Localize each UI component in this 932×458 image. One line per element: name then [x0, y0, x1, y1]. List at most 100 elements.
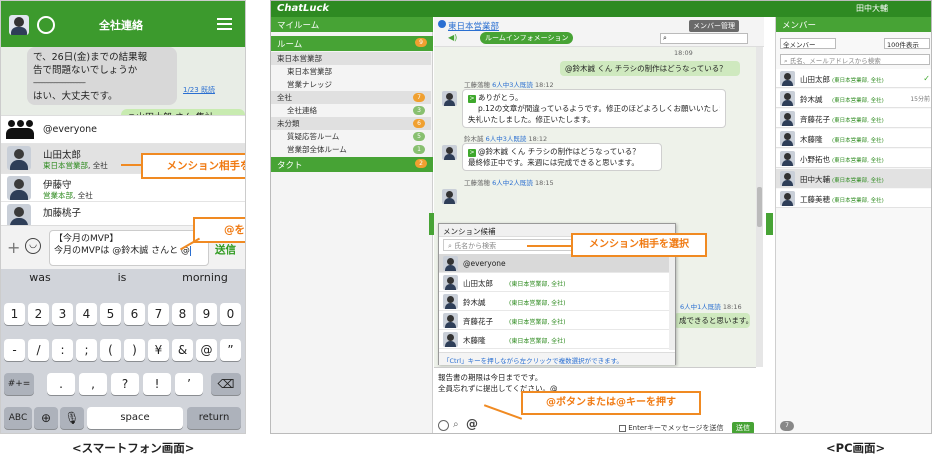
- key[interactable]: 9: [196, 303, 217, 325]
- member-row[interactable]: 斉藤花子 (東日本営業部, 全社): [776, 109, 931, 128]
- key[interactable]: 3: [52, 303, 73, 325]
- count-badge: 1: [413, 145, 425, 154]
- key[interactable]: :: [52, 339, 73, 361]
- return-key[interactable]: return: [187, 407, 241, 429]
- sidebar-room-item[interactable]: 全社連絡 3: [271, 104, 431, 117]
- avatar: [780, 191, 795, 206]
- room-name[interactable]: 東日本営業部: [448, 20, 499, 32]
- key[interactable]: 4: [76, 303, 97, 325]
- member-count-select[interactable]: 100件表示: [884, 38, 930, 49]
- room-info-button[interactable]: ルームインフォメーション: [480, 32, 574, 44]
- collapse-right-tab[interactable]: [766, 213, 773, 235]
- plus-icon[interactable]: +: [7, 238, 20, 257]
- key[interactable]: 1: [4, 303, 25, 325]
- key[interactable]: 5: [100, 303, 121, 325]
- mention-candidate[interactable]: 木藤隆 (東日本営業部, 全社): [439, 330, 675, 349]
- microphone-icon[interactable]: 🎙: [60, 407, 84, 429]
- message-bubble: > ありがとう。 p.12の文章が間違っているようです。修正のほどよろしくお願いい…: [462, 89, 726, 128]
- sidebar-room-item[interactable]: 東日本営業部: [271, 65, 431, 78]
- key[interactable]: 8: [172, 303, 193, 325]
- read-link[interactable]: 1/23 既読: [183, 85, 215, 95]
- room-subgroup[interactable]: 未分類 6: [271, 117, 431, 130]
- globe-icon[interactable]: [37, 16, 55, 34]
- phone-caption: <スマートフォン画面>: [72, 441, 195, 455]
- key[interactable]: ): [124, 339, 145, 361]
- suggestion[interactable]: was: [15, 271, 65, 284]
- key[interactable]: -: [4, 339, 25, 361]
- key[interactable]: ,: [79, 373, 107, 395]
- myroom-header[interactable]: マイルーム: [271, 17, 433, 32]
- enter-to-send-checkbox[interactable]: Enterキーでメッセージを送信: [619, 423, 723, 433]
- avatar: [780, 151, 795, 166]
- key[interactable]: ’: [175, 373, 203, 395]
- emoji-icon[interactable]: ◡: [25, 238, 41, 254]
- popup-scrollbar[interactable]: [669, 254, 675, 350]
- member-search-input[interactable]: ⌕ 氏名、メールアドレスから検索: [780, 54, 930, 65]
- attach-icon[interactable]: ⌕: [453, 419, 459, 430]
- message-line: > @鈴木誠 くん チラシの制作はどうなっている？: [468, 147, 640, 157]
- key[interactable]: .: [47, 373, 75, 395]
- callout-arrow: [121, 164, 143, 166]
- sidebar-room-item[interactable]: 営業ナレッジ: [271, 78, 431, 91]
- mention-candidate[interactable]: 斉藤花子 (東日本営業部, 全社): [439, 311, 675, 330]
- key[interactable]: 7: [148, 303, 169, 325]
- member-manage-button[interactable]: メンバー管理: [689, 20, 739, 32]
- menu-icon[interactable]: [217, 18, 232, 30]
- key[interactable]: ;: [76, 339, 97, 361]
- key[interactable]: @: [196, 339, 217, 361]
- member-row[interactable]: 田中大輔 (東日本営業部, 全社): [776, 169, 931, 188]
- chat-scrollbar[interactable]: [756, 47, 763, 367]
- avatar[interactable]: [9, 15, 29, 35]
- contact-header[interactable]: タクト 2: [271, 157, 433, 172]
- key[interactable]: 6: [124, 303, 145, 325]
- key[interactable]: &: [172, 339, 193, 361]
- member-row[interactable]: 木藤隆 (東日本営業部, 全社): [776, 129, 931, 148]
- avatar: [442, 145, 457, 160]
- key[interactable]: /: [28, 339, 49, 361]
- key[interactable]: !: [143, 373, 171, 395]
- send-button[interactable]: 送信: [215, 242, 236, 257]
- member-name: 小野拓也: [800, 155, 830, 164]
- suggestion[interactable]: morning: [177, 271, 233, 284]
- chat-search-input[interactable]: ⌕: [660, 33, 748, 44]
- sidebar-room-item[interactable]: 営業部全体ルーム 1: [271, 143, 431, 156]
- member-row[interactable]: 鈴木誠 (東日本営業部, 全社) 15分前: [776, 89, 931, 108]
- avatar: [780, 131, 795, 146]
- key-symbols[interactable]: #+=: [4, 373, 34, 395]
- mention-candidate[interactable]: 鈴木誠 (東日本営業部, 全社): [439, 292, 675, 311]
- sidebar-room-item[interactable]: 質疑応答ルーム 5: [271, 130, 431, 143]
- key[interactable]: ?: [111, 373, 139, 395]
- avatar: [443, 332, 458, 347]
- send-button[interactable]: 送信: [732, 422, 754, 433]
- room-subgroup[interactable]: 東日本営業部: [271, 52, 431, 65]
- mention-item-everyone[interactable]: @everyone: [1, 116, 245, 144]
- speaker-icon[interactable]: ◀): [448, 33, 457, 42]
- member-filter-select[interactable]: 全メンバー: [780, 38, 836, 49]
- key-abc[interactable]: ABC: [4, 407, 32, 429]
- key[interactable]: ¥: [148, 339, 169, 361]
- member-row[interactable]: 工藤美穂 (東日本営業部, 全社): [776, 189, 931, 208]
- backspace-key[interactable]: ⌫: [211, 373, 241, 395]
- keyboard: was is morning #+= ⌫ ABC ⊕ 🎙 space retur…: [1, 269, 245, 433]
- suggestion[interactable]: is: [97, 271, 147, 284]
- avatar: [442, 189, 457, 204]
- user-name[interactable]: 田中大輔: [856, 3, 888, 14]
- room-label: 質疑応答ルーム: [287, 132, 340, 141]
- message-meta: 工藤落穂 6人中2人既読 18:15: [464, 179, 554, 187]
- editor-line: 報告書の期限は今日までです。: [438, 373, 543, 382]
- member-row[interactable]: 小野拓也 (東日本営業部, 全社): [776, 149, 931, 168]
- mention-candidate[interactable]: 山田太郎 (東日本営業部, 全社): [439, 273, 675, 292]
- key[interactable]: (: [100, 339, 121, 361]
- room-subgroup[interactable]: 全社 7: [271, 91, 431, 104]
- globe-key-icon[interactable]: ⊕: [34, 407, 58, 429]
- key[interactable]: 0: [220, 303, 241, 325]
- space-key[interactable]: space: [87, 407, 183, 429]
- at-button-icon[interactable]: @: [466, 417, 478, 431]
- room-group-header[interactable]: ルーム 9: [271, 36, 433, 51]
- member-row[interactable]: 山田太郎 (東日本営業部, 全社) ✓: [776, 69, 931, 88]
- key[interactable]: ”: [220, 339, 241, 361]
- emoji-icon[interactable]: [438, 420, 449, 431]
- contact-label: タクト: [277, 161, 303, 171]
- key[interactable]: 2: [28, 303, 49, 325]
- message-bubble: > @鈴木誠 くん チラシの制作はどうなっている？ 最終修正中です。来週には完成で…: [462, 143, 662, 171]
